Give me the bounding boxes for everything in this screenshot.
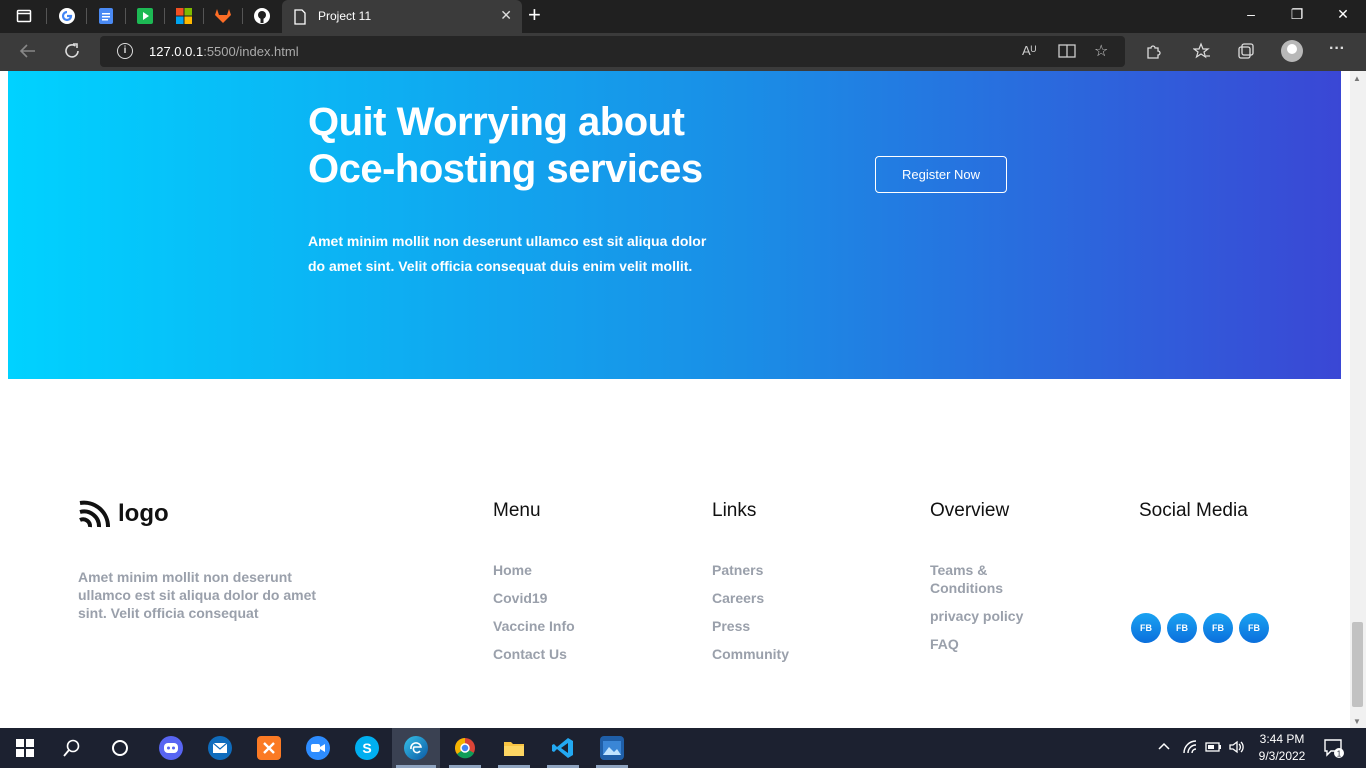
menu-link-home[interactable]: Home	[493, 561, 575, 579]
footer-overview-column: Overview Teams & Conditions privacy poli…	[930, 500, 1030, 663]
xampp-icon[interactable]	[257, 736, 281, 760]
footer-logo[interactable]: logo	[78, 499, 169, 529]
mail-icon[interactable]	[208, 736, 232, 760]
facebook-button[interactable]: FB	[1167, 613, 1197, 643]
back-arrow-icon[interactable]	[18, 41, 38, 66]
refresh-icon[interactable]	[62, 41, 82, 66]
browser-tab-bar: Project 11 ✕ + – ❐ ✕	[0, 0, 1366, 33]
close-window-button[interactable]: ✕	[1332, 6, 1354, 23]
microsoft-tab-icon[interactable]	[174, 6, 194, 26]
tab-separator	[203, 8, 204, 24]
chrome-icon[interactable]	[453, 736, 477, 760]
footer-links-column: Links Patners Careers Press Community	[712, 500, 789, 673]
page-scrollbar[interactable]: ▲ ▼	[1350, 71, 1366, 728]
register-now-button[interactable]: Register Now	[875, 156, 1007, 193]
social-buttons: FB FB FB FB	[1131, 613, 1269, 643]
overview-heading: Overview	[930, 500, 1010, 521]
facebook-button[interactable]: FB	[1203, 613, 1233, 643]
file-explorer-icon[interactable]	[502, 736, 526, 760]
link-privacy-policy[interactable]: privacy policy	[930, 607, 1030, 625]
volume-icon[interactable]	[1228, 739, 1246, 758]
link-teams-conditions[interactable]: Teams & Conditions	[930, 561, 1030, 597]
close-tab-icon[interactable]: ✕	[500, 7, 512, 24]
link-community[interactable]: Community	[712, 645, 789, 663]
address-toolbar: i 127.0.0.1:5500/index.html Aᵁ ☆ ···	[0, 33, 1366, 71]
page-viewport: Quit Worrying about Oce-hosting services…	[0, 71, 1350, 728]
battery-icon[interactable]	[1205, 739, 1223, 758]
footer-menu-column: Menu Home Covid19 Vaccine Info Contact U…	[493, 500, 575, 673]
tab-project[interactable]: Project 11 ✕	[282, 0, 522, 33]
hero-title: Quit Worrying about Oce-hosting services	[308, 100, 703, 191]
menu-link-covid19[interactable]: Covid19	[493, 589, 575, 607]
skype-icon[interactable]: S	[355, 736, 379, 760]
menu-heading: Menu	[493, 500, 541, 521]
windows-taskbar: S 3:44 PM 9/3/2022 1	[0, 728, 1366, 768]
page-icon	[290, 7, 310, 27]
new-tab-button[interactable]: +	[528, 4, 541, 26]
social-media-heading: Social Media	[1139, 500, 1248, 521]
link-careers[interactable]: Careers	[712, 589, 789, 607]
footer-description: Amet minim mollit non deserunt ullamco e…	[78, 569, 317, 621]
docs-tab-icon[interactable]	[96, 6, 116, 26]
github-tab-icon[interactable]	[252, 6, 272, 26]
facebook-button[interactable]: FB	[1131, 613, 1161, 643]
task-view-icon[interactable]	[108, 736, 132, 760]
links-heading: Links	[712, 500, 757, 521]
scroll-down-arrow-icon[interactable]: ▼	[1353, 717, 1361, 726]
media-tab-icon[interactable]	[135, 6, 155, 26]
tab-separator	[164, 8, 165, 24]
zoom-icon[interactable]	[306, 736, 330, 760]
notification-count: 1	[1337, 750, 1342, 759]
google-tab-icon[interactable]	[57, 6, 77, 26]
scroll-up-arrow-icon[interactable]: ▲	[1353, 74, 1361, 83]
tab-actions-icon[interactable]	[14, 6, 34, 26]
hero-banner: Quit Worrying about Oce-hosting services…	[8, 71, 1341, 379]
vscode-icon[interactable]	[551, 736, 575, 760]
site-info-icon[interactable]: i	[117, 43, 133, 59]
menu-link-vaccine-info[interactable]: Vaccine Info	[493, 617, 575, 635]
search-icon[interactable]	[60, 736, 84, 760]
tab-separator	[46, 8, 47, 24]
rss-logo-icon	[79, 500, 110, 528]
tab-separator	[242, 8, 243, 24]
discord-icon[interactable]	[159, 736, 183, 760]
system-clock[interactable]: 3:44 PM 9/3/2022	[1252, 731, 1312, 765]
link-press[interactable]: Press	[712, 617, 789, 635]
clock-date: 9/3/2022	[1258, 749, 1306, 763]
windows-start-icon[interactable]	[13, 736, 37, 760]
url-text[interactable]: 127.0.0.1:5500/index.html	[149, 44, 299, 59]
network-icon[interactable]	[1182, 739, 1198, 758]
notifications-icon[interactable]: 1	[1323, 737, 1345, 762]
address-bar[interactable]: i 127.0.0.1:5500/index.html Aᵁ ☆	[100, 36, 1125, 67]
extensions-icon[interactable]	[1144, 42, 1162, 64]
tab-separator	[125, 8, 126, 24]
hero-description: Amet minim mollit non deserunt ullamco e…	[308, 233, 707, 274]
scroll-thumb[interactable]	[1352, 622, 1363, 707]
read-aloud-icon[interactable]: Aᵁ	[1022, 43, 1036, 58]
tab-separator	[86, 8, 87, 24]
minimize-button[interactable]: –	[1240, 6, 1262, 22]
menu-link-contact-us[interactable]: Contact Us	[493, 645, 575, 663]
logo-text: logo	[118, 500, 169, 527]
site-footer: logo Amet minim mollit non deserunt ulla…	[0, 379, 1350, 728]
show-hidden-icons-icon[interactable]	[1157, 739, 1171, 756]
collections-icon[interactable]	[1237, 42, 1255, 64]
tab-title: Project 11	[318, 9, 372, 23]
profile-avatar[interactable]	[1281, 40, 1303, 62]
link-faq[interactable]: FAQ	[930, 635, 1030, 653]
edge-icon[interactable]	[404, 736, 428, 760]
add-favorite-icon[interactable]: ☆	[1094, 41, 1108, 61]
favorites-icon[interactable]	[1192, 42, 1211, 64]
link-patners[interactable]: Patners	[712, 561, 789, 579]
restore-button[interactable]: ❐	[1286, 6, 1308, 23]
menu-more-icon[interactable]: ···	[1329, 40, 1345, 58]
footer-social-column: Social Media	[1139, 500, 1248, 561]
facebook-button[interactable]: FB	[1239, 613, 1269, 643]
immersive-reader-icon[interactable]	[1058, 43, 1076, 62]
photos-icon[interactable]	[600, 736, 624, 760]
clock-time: 3:44 PM	[1259, 732, 1305, 746]
gitlab-tab-icon[interactable]	[213, 6, 233, 26]
